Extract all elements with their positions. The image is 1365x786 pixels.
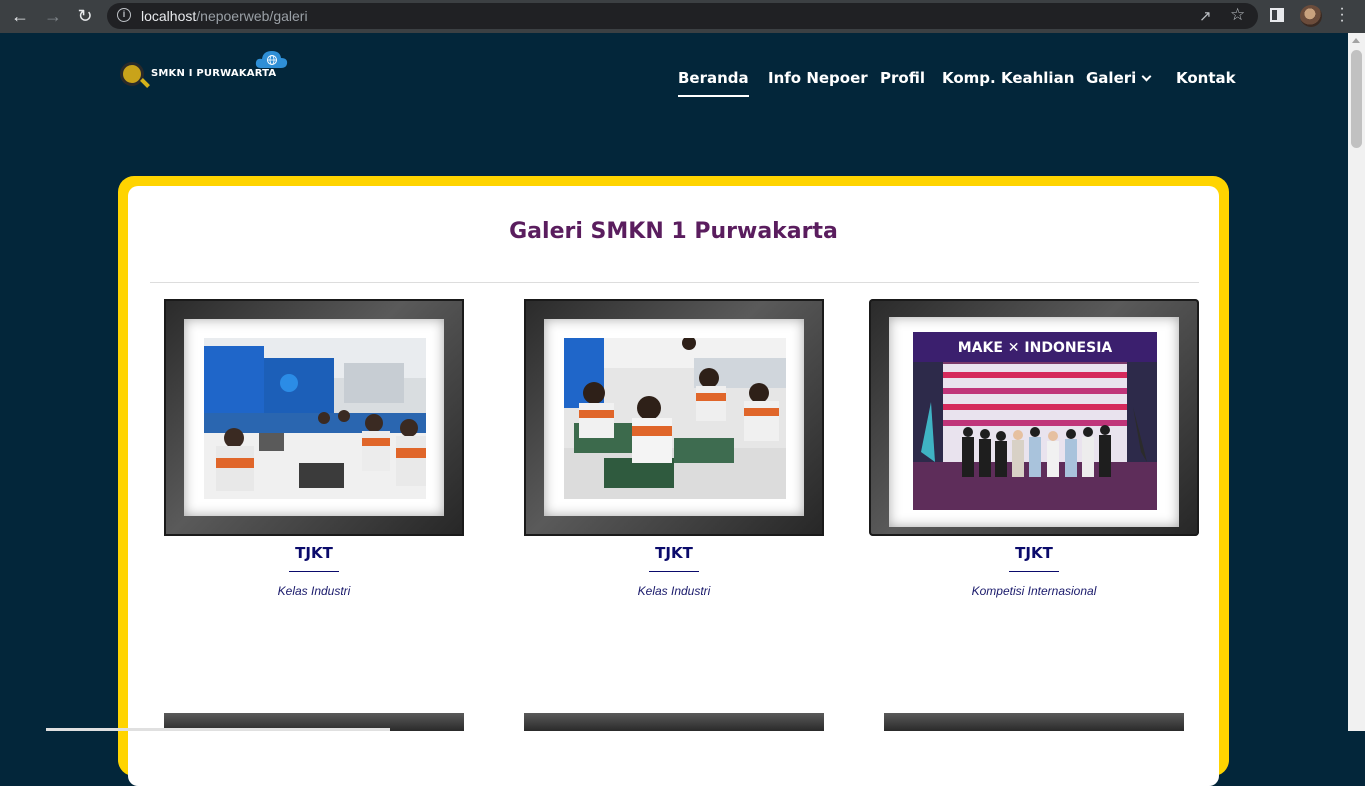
nav-komp-keahlian[interactable]: Komp. Keahlian (942, 69, 1074, 87)
browser-toolbar: ← → ↻ i localhost/nepoerweb/galeri ↗ ☆ ·… (0, 0, 1365, 33)
item-title[interactable]: TJKT (524, 544, 824, 562)
back-arrow-icon[interactable]: ← (9, 5, 31, 27)
browser-menu-icon[interactable]: · · · (1336, 1, 1348, 29)
site-logo[interactable]: SMKN I PURWAKARTA (118, 48, 293, 100)
reload-icon[interactable]: ↻ (74, 5, 96, 27)
magnifier-handle (140, 78, 150, 88)
gallery-title: Galeri SMKN 1 Purwakarta (509, 219, 838, 244)
gallery-item[interactable]: TJKT Kelas Industri (524, 299, 824, 599)
picture-frame: MAKE ✕ INDONESIA (869, 299, 1199, 536)
logo-text: SMKN I PURWAKARTA (151, 68, 277, 79)
gallery-card-border: Galeri SMKN 1 Purwakarta TJKT Kelas Indu… (118, 176, 1229, 786)
item-description: Kompetisi Internasional (971, 584, 1097, 598)
gallery-item[interactable]: MAKE ✕ INDONESIA TJKT Kompetisi Internas… (869, 299, 1199, 599)
chevron-down-icon (1141, 71, 1152, 82)
title-underline (649, 571, 699, 572)
scroll-thumb[interactable] (1351, 50, 1362, 148)
title-underline (289, 571, 339, 572)
banner-text: MAKE ✕ INDONESIA (958, 340, 1113, 356)
address-bar[interactable]: i localhost/nepoerweb/galeri ↗ ☆ (107, 3, 1258, 29)
frame-mat (184, 319, 444, 516)
picture-frame-next-row (884, 713, 1184, 731)
vertical-scrollbar[interactable] (1348, 33, 1365, 731)
item-description: Kelas Industri (637, 584, 711, 598)
title-divider (150, 282, 1199, 283)
school-emblem-icon (120, 62, 144, 86)
frame-mat: MAKE ✕ INDONESIA (889, 317, 1179, 527)
gallery-photo-workshop[interactable] (564, 338, 786, 499)
gallery-photo-competition[interactable]: MAKE ✕ INDONESIA (913, 332, 1157, 510)
forward-arrow-icon[interactable]: → (42, 5, 64, 27)
share-icon[interactable]: ↗ (1199, 7, 1212, 25)
gallery-photo-classroom[interactable] (204, 338, 426, 499)
title-underline (1009, 571, 1059, 572)
item-description: Kelas Industri (277, 584, 351, 598)
nav-beranda[interactable]: Beranda (678, 69, 749, 97)
nav-info-nepoer[interactable]: Info Nepoer (768, 69, 868, 87)
url-text[interactable]: localhost/nepoerweb/galeri (141, 8, 308, 24)
nav-galeri-label: Galeri (1086, 69, 1137, 87)
scroll-up-arrow-icon[interactable] (1352, 38, 1360, 43)
picture-frame-next-row (524, 713, 824, 731)
nav-galeri[interactable]: Galeri (1086, 69, 1152, 87)
nav-kontak[interactable]: Kontak (1176, 69, 1236, 87)
bookmark-star-icon[interactable]: ☆ (1230, 5, 1245, 25)
site-info-icon[interactable]: i (117, 8, 131, 22)
profile-avatar[interactable] (1300, 5, 1322, 27)
picture-frame (524, 299, 824, 536)
side-panel-icon[interactable] (1270, 8, 1284, 22)
gallery-card: Galeri SMKN 1 Purwakarta TJKT Kelas Indu… (128, 186, 1219, 786)
item-title[interactable]: TJKT (869, 544, 1199, 562)
item-title[interactable]: TJKT (164, 544, 464, 562)
frame-mat (544, 319, 804, 516)
nav-profil[interactable]: Profil (880, 69, 925, 87)
gallery-item[interactable]: TJKT Kelas Industri (164, 299, 464, 599)
picture-frame (164, 299, 464, 536)
cloud-globe-icon (255, 51, 288, 68)
